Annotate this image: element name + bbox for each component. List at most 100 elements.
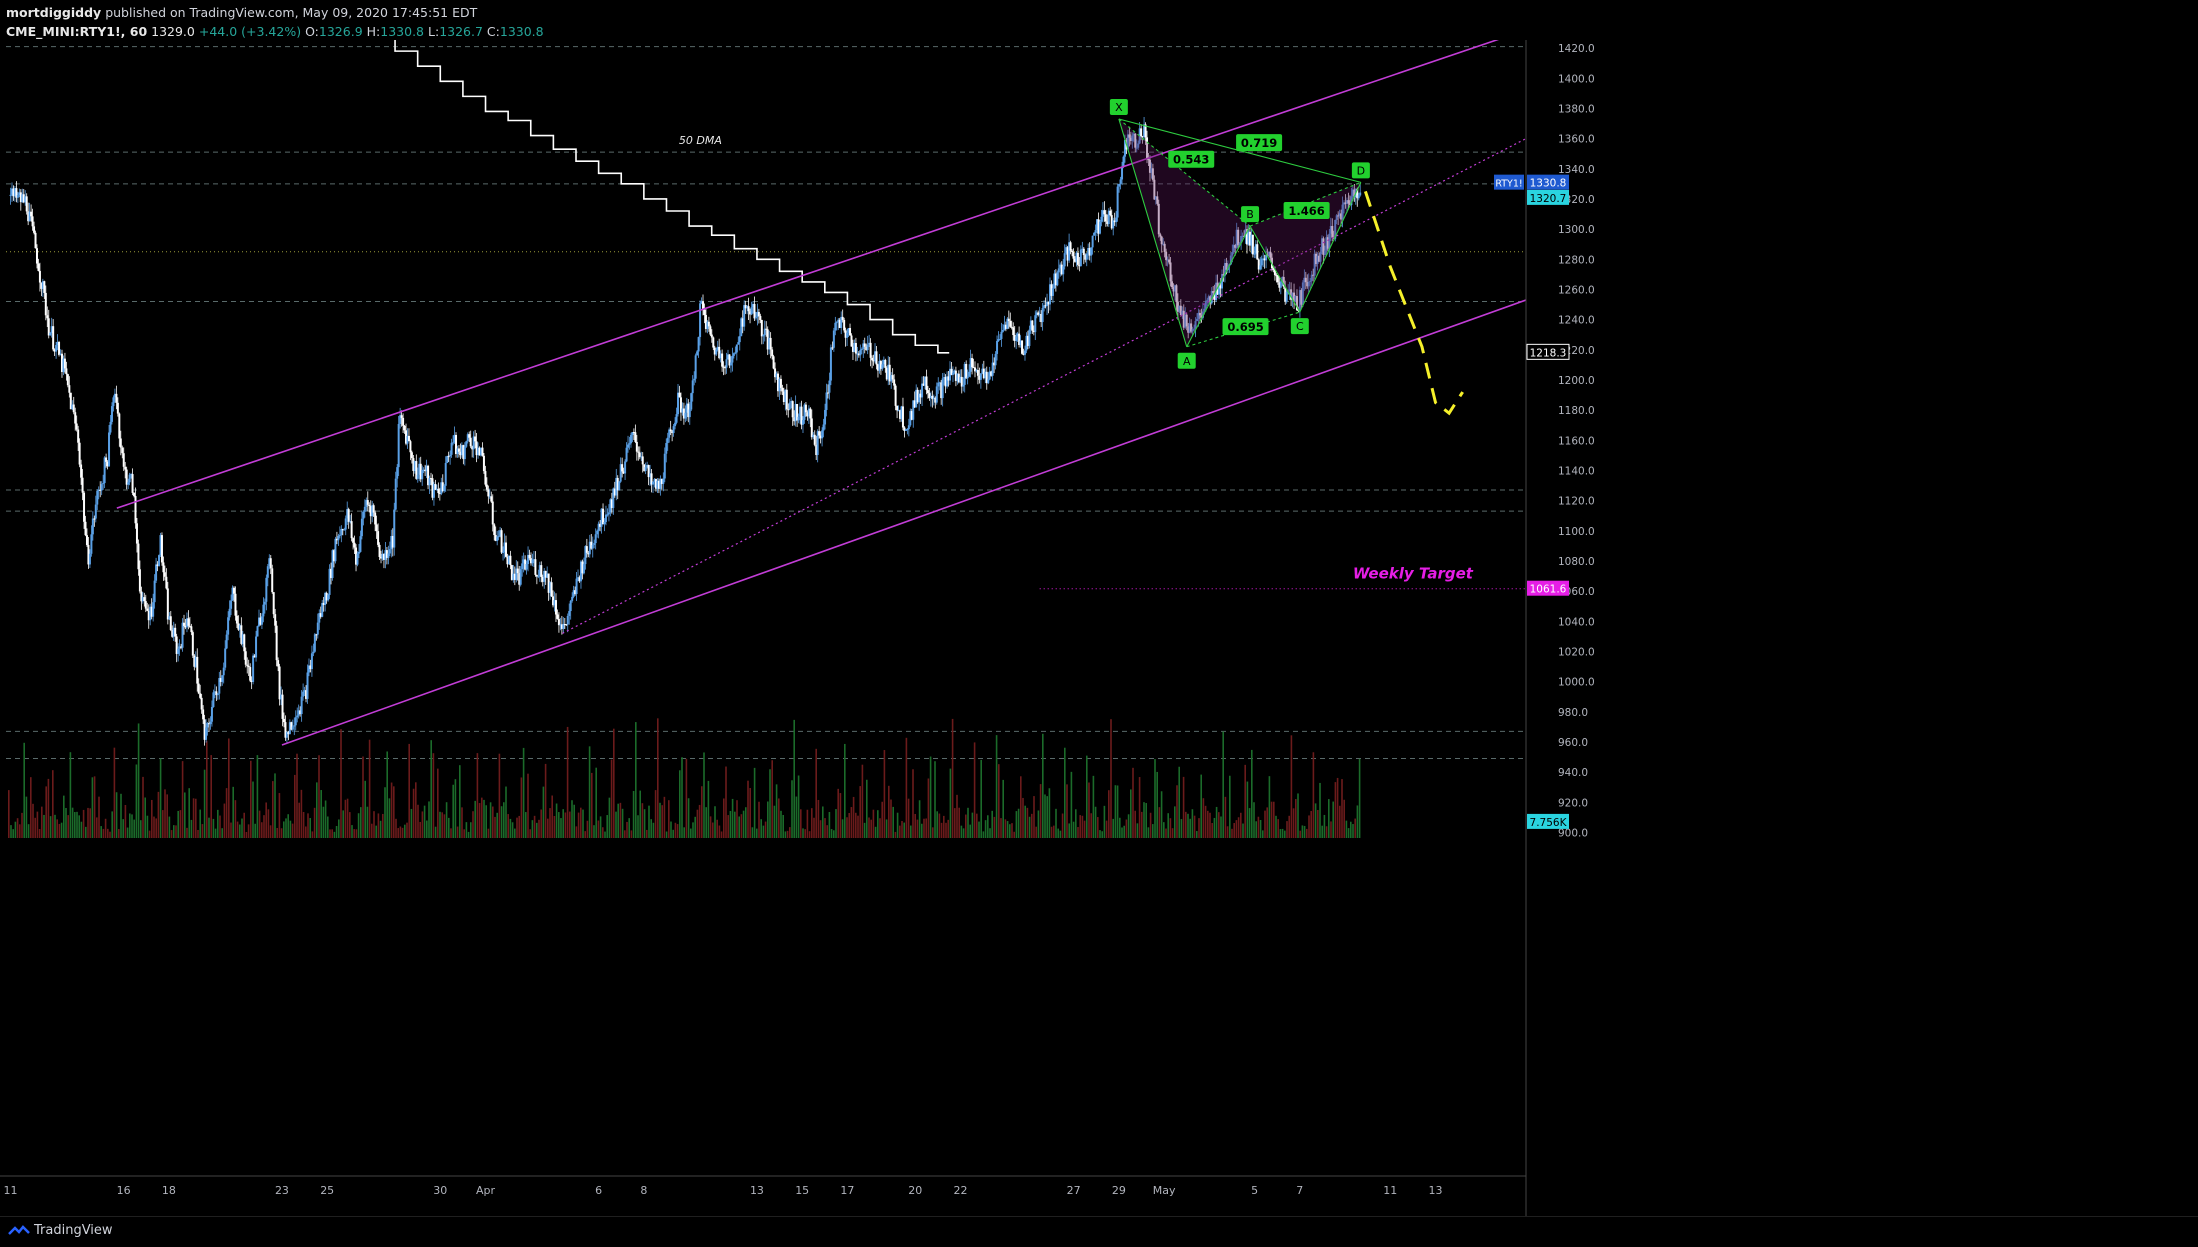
y-tick-label: 1080.0 (1558, 556, 1595, 568)
candle-body (252, 655, 255, 682)
volume-bar (661, 805, 663, 838)
volume-bar (87, 807, 89, 838)
candle-body (866, 344, 869, 351)
volume-bar (49, 816, 52, 838)
candle-body (487, 489, 490, 497)
volume-bar (247, 824, 250, 838)
candle-body (46, 315, 49, 319)
volume-bar (232, 786, 234, 838)
volume-bar (509, 818, 512, 838)
volume-bar (976, 813, 978, 838)
volume-bar (866, 779, 868, 838)
candle-body (366, 500, 369, 505)
candle-body (327, 594, 330, 601)
candle-body (444, 463, 447, 486)
candle-body (372, 505, 375, 513)
volume-bar (188, 788, 190, 838)
candle-body (1009, 320, 1012, 327)
candle-body (849, 328, 852, 336)
volume-bar (115, 792, 118, 838)
candle-body (199, 693, 202, 698)
volume-bar (1116, 785, 1119, 838)
volume-bar (135, 764, 138, 838)
volume-bar (901, 820, 903, 838)
y-tick-label: 1100.0 (1558, 526, 1595, 538)
candle-body (402, 417, 405, 426)
volume-bar (1299, 830, 1301, 838)
annotation-0: 50 DMA (679, 134, 722, 147)
price-chart[interactable]: X A B C D 0.543 0.719 1.466 0.695 50 DMA Weekly T… (0, 40, 2198, 1216)
candle-body (813, 434, 816, 445)
volume-bar (25, 796, 28, 838)
volume-bar (751, 827, 754, 838)
volume-bar (426, 820, 428, 838)
volume-bar (412, 788, 415, 838)
candle-body (302, 691, 305, 697)
volume-bar (78, 815, 80, 838)
candle-body (224, 648, 227, 668)
candle-body (663, 453, 666, 479)
volume-bar (250, 760, 252, 838)
volume-bar (463, 829, 465, 838)
volume-bar (1059, 830, 1062, 838)
candle-body (262, 604, 265, 617)
author-name[interactable]: mortdiggiddy (6, 5, 101, 20)
candle-body (375, 524, 378, 532)
volume-bar (56, 819, 58, 838)
volume-bar (527, 773, 529, 838)
candle-body (841, 316, 844, 320)
volume-bar (395, 818, 397, 838)
tradingview-logo[interactable]: TradingView (8, 1223, 113, 1238)
volume-bar (628, 818, 630, 838)
candle-body (731, 355, 734, 363)
volume-bar (1163, 822, 1165, 838)
candle-body (409, 441, 412, 453)
volume-bar (910, 825, 912, 838)
candle-body (994, 353, 997, 366)
candle-body (263, 601, 266, 605)
candle-body (935, 386, 938, 403)
candle-body (277, 660, 280, 667)
volume-bar (302, 811, 305, 838)
candle-body (300, 696, 303, 715)
volume-bar (258, 810, 261, 838)
volume-bar (340, 729, 342, 838)
volume-bar (1092, 775, 1095, 838)
candle-body (737, 342, 740, 345)
volume-bar (107, 828, 109, 838)
volume-bar (1141, 811, 1143, 838)
volume-bar (505, 786, 507, 838)
volume-bar (184, 792, 186, 838)
volume-bar (1242, 823, 1244, 838)
volume-bar (181, 761, 184, 838)
volume-bar (331, 829, 333, 838)
y-tick-label: 1400.0 (1558, 73, 1595, 85)
volume-bar (1035, 826, 1037, 838)
volume-bar (1125, 819, 1128, 838)
candle-body (759, 315, 762, 320)
volume-bar (404, 824, 406, 838)
candle-body (191, 632, 194, 656)
volume-bar (443, 814, 446, 838)
candle-body (528, 554, 531, 559)
candle-body (165, 576, 168, 589)
candle-body (641, 456, 644, 465)
volume-bar (461, 807, 463, 838)
annotation-1: Weekly Target (1353, 565, 1474, 583)
volume-bar (1031, 813, 1033, 838)
candle-body (153, 580, 156, 603)
candle-body (183, 622, 186, 626)
volume-bar (428, 801, 430, 838)
volume-bar (74, 812, 76, 838)
candle-body (244, 651, 247, 665)
volume-bar (100, 826, 102, 838)
volume-bar (784, 831, 787, 838)
symbol-label[interactable]: CME_MINI:RTY1!, 60 (6, 24, 147, 39)
volume-bar (197, 829, 199, 838)
volume-bar (591, 772, 593, 838)
candle-body (1116, 186, 1119, 218)
candle-body (233, 587, 235, 594)
volume-bar (745, 807, 747, 838)
volume-bar (899, 825, 901, 838)
y-tick-label: 1140.0 (1558, 465, 1595, 477)
